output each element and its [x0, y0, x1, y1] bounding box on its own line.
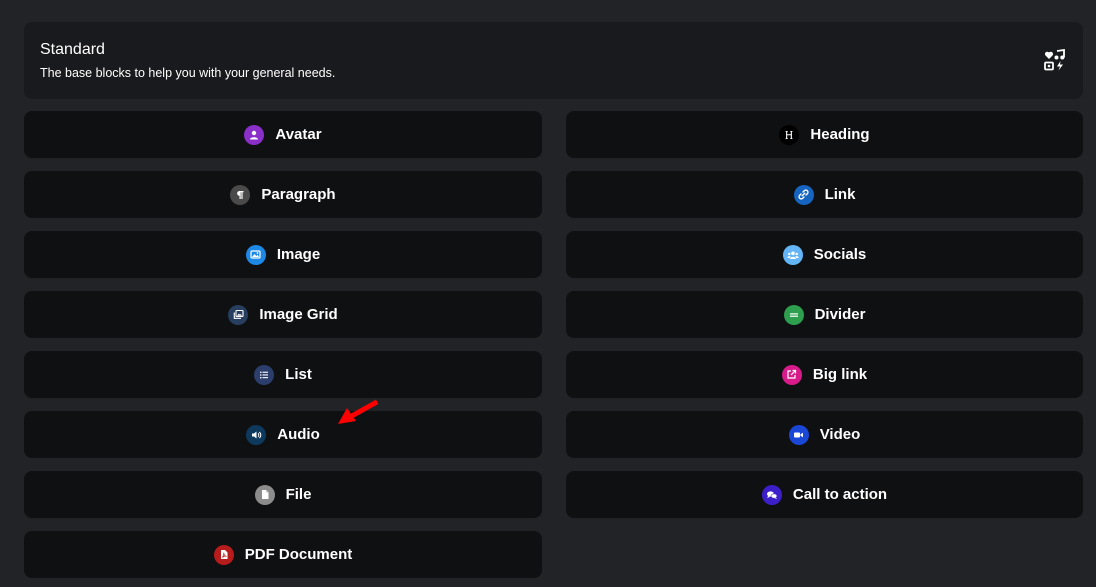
- block-label: Image Grid: [259, 306, 338, 323]
- audio-block-button[interactable]: Audio: [24, 411, 542, 458]
- divider-icon: [783, 304, 804, 325]
- big-link-block-button[interactable]: Big link: [566, 351, 1083, 398]
- pdf-icon: [213, 544, 234, 565]
- block-label: Heading: [810, 126, 870, 143]
- image-icon: [245, 244, 266, 265]
- pdf-document-block-button[interactable]: PDF Document: [24, 531, 542, 578]
- heading-icon: [779, 124, 800, 145]
- block-label: Audio: [277, 426, 320, 443]
- blocks-grid: Avatar Heading Paragraph Link Image Soci…: [24, 111, 1083, 578]
- call-to-action-block-button[interactable]: Call to action: [566, 471, 1083, 518]
- socials-icon: [782, 244, 803, 265]
- block-label: Avatar: [275, 126, 322, 143]
- link-block-button[interactable]: Link: [566, 171, 1083, 218]
- block-label: Link: [824, 186, 856, 203]
- video-block-button[interactable]: Video: [566, 411, 1083, 458]
- heading-block-button[interactable]: Heading: [566, 111, 1083, 158]
- block-label: Image: [276, 246, 321, 263]
- block-label: List: [285, 366, 312, 383]
- red-arrow-icon: [334, 398, 380, 428]
- file-icon: [254, 484, 275, 505]
- block-label: Call to action: [792, 486, 888, 503]
- big-link-icon: [781, 364, 802, 385]
- block-label: Paragraph: [261, 186, 336, 203]
- paragraph-icon: [230, 184, 251, 205]
- image-grid-icon: [228, 304, 249, 325]
- block-label: Socials: [813, 246, 867, 263]
- section-title: Standard: [40, 41, 105, 58]
- block-label: Divider: [814, 306, 866, 323]
- page: Standard The base blocks to help you wit…: [0, 0, 1096, 587]
- image-block-button[interactable]: Image: [24, 231, 542, 278]
- section-header: Standard The base blocks to help you wit…: [24, 22, 1083, 99]
- block-label: Video: [819, 426, 861, 443]
- video-icon: [788, 424, 809, 445]
- list-icon: [254, 364, 275, 385]
- block-label: File: [285, 486, 312, 503]
- image-grid-block-button[interactable]: Image Grid: [24, 291, 542, 338]
- paragraph-block-button[interactable]: Paragraph: [24, 171, 542, 218]
- shapes-icon: [1044, 48, 1066, 71]
- call-to-action-icon: [761, 484, 782, 505]
- link-icon: [793, 184, 814, 205]
- list-block-button[interactable]: List: [24, 351, 542, 398]
- section-description: The base blocks to help you with your ge…: [40, 66, 336, 80]
- divider-block-button[interactable]: Divider: [566, 291, 1083, 338]
- socials-block-button[interactable]: Socials: [566, 231, 1083, 278]
- block-label: Big link: [812, 366, 868, 383]
- avatar-icon: [244, 124, 265, 145]
- block-label: PDF Document: [244, 546, 353, 563]
- avatar-block-button[interactable]: Avatar: [24, 111, 542, 158]
- audio-icon: [246, 424, 267, 445]
- file-block-button[interactable]: File: [24, 471, 542, 518]
